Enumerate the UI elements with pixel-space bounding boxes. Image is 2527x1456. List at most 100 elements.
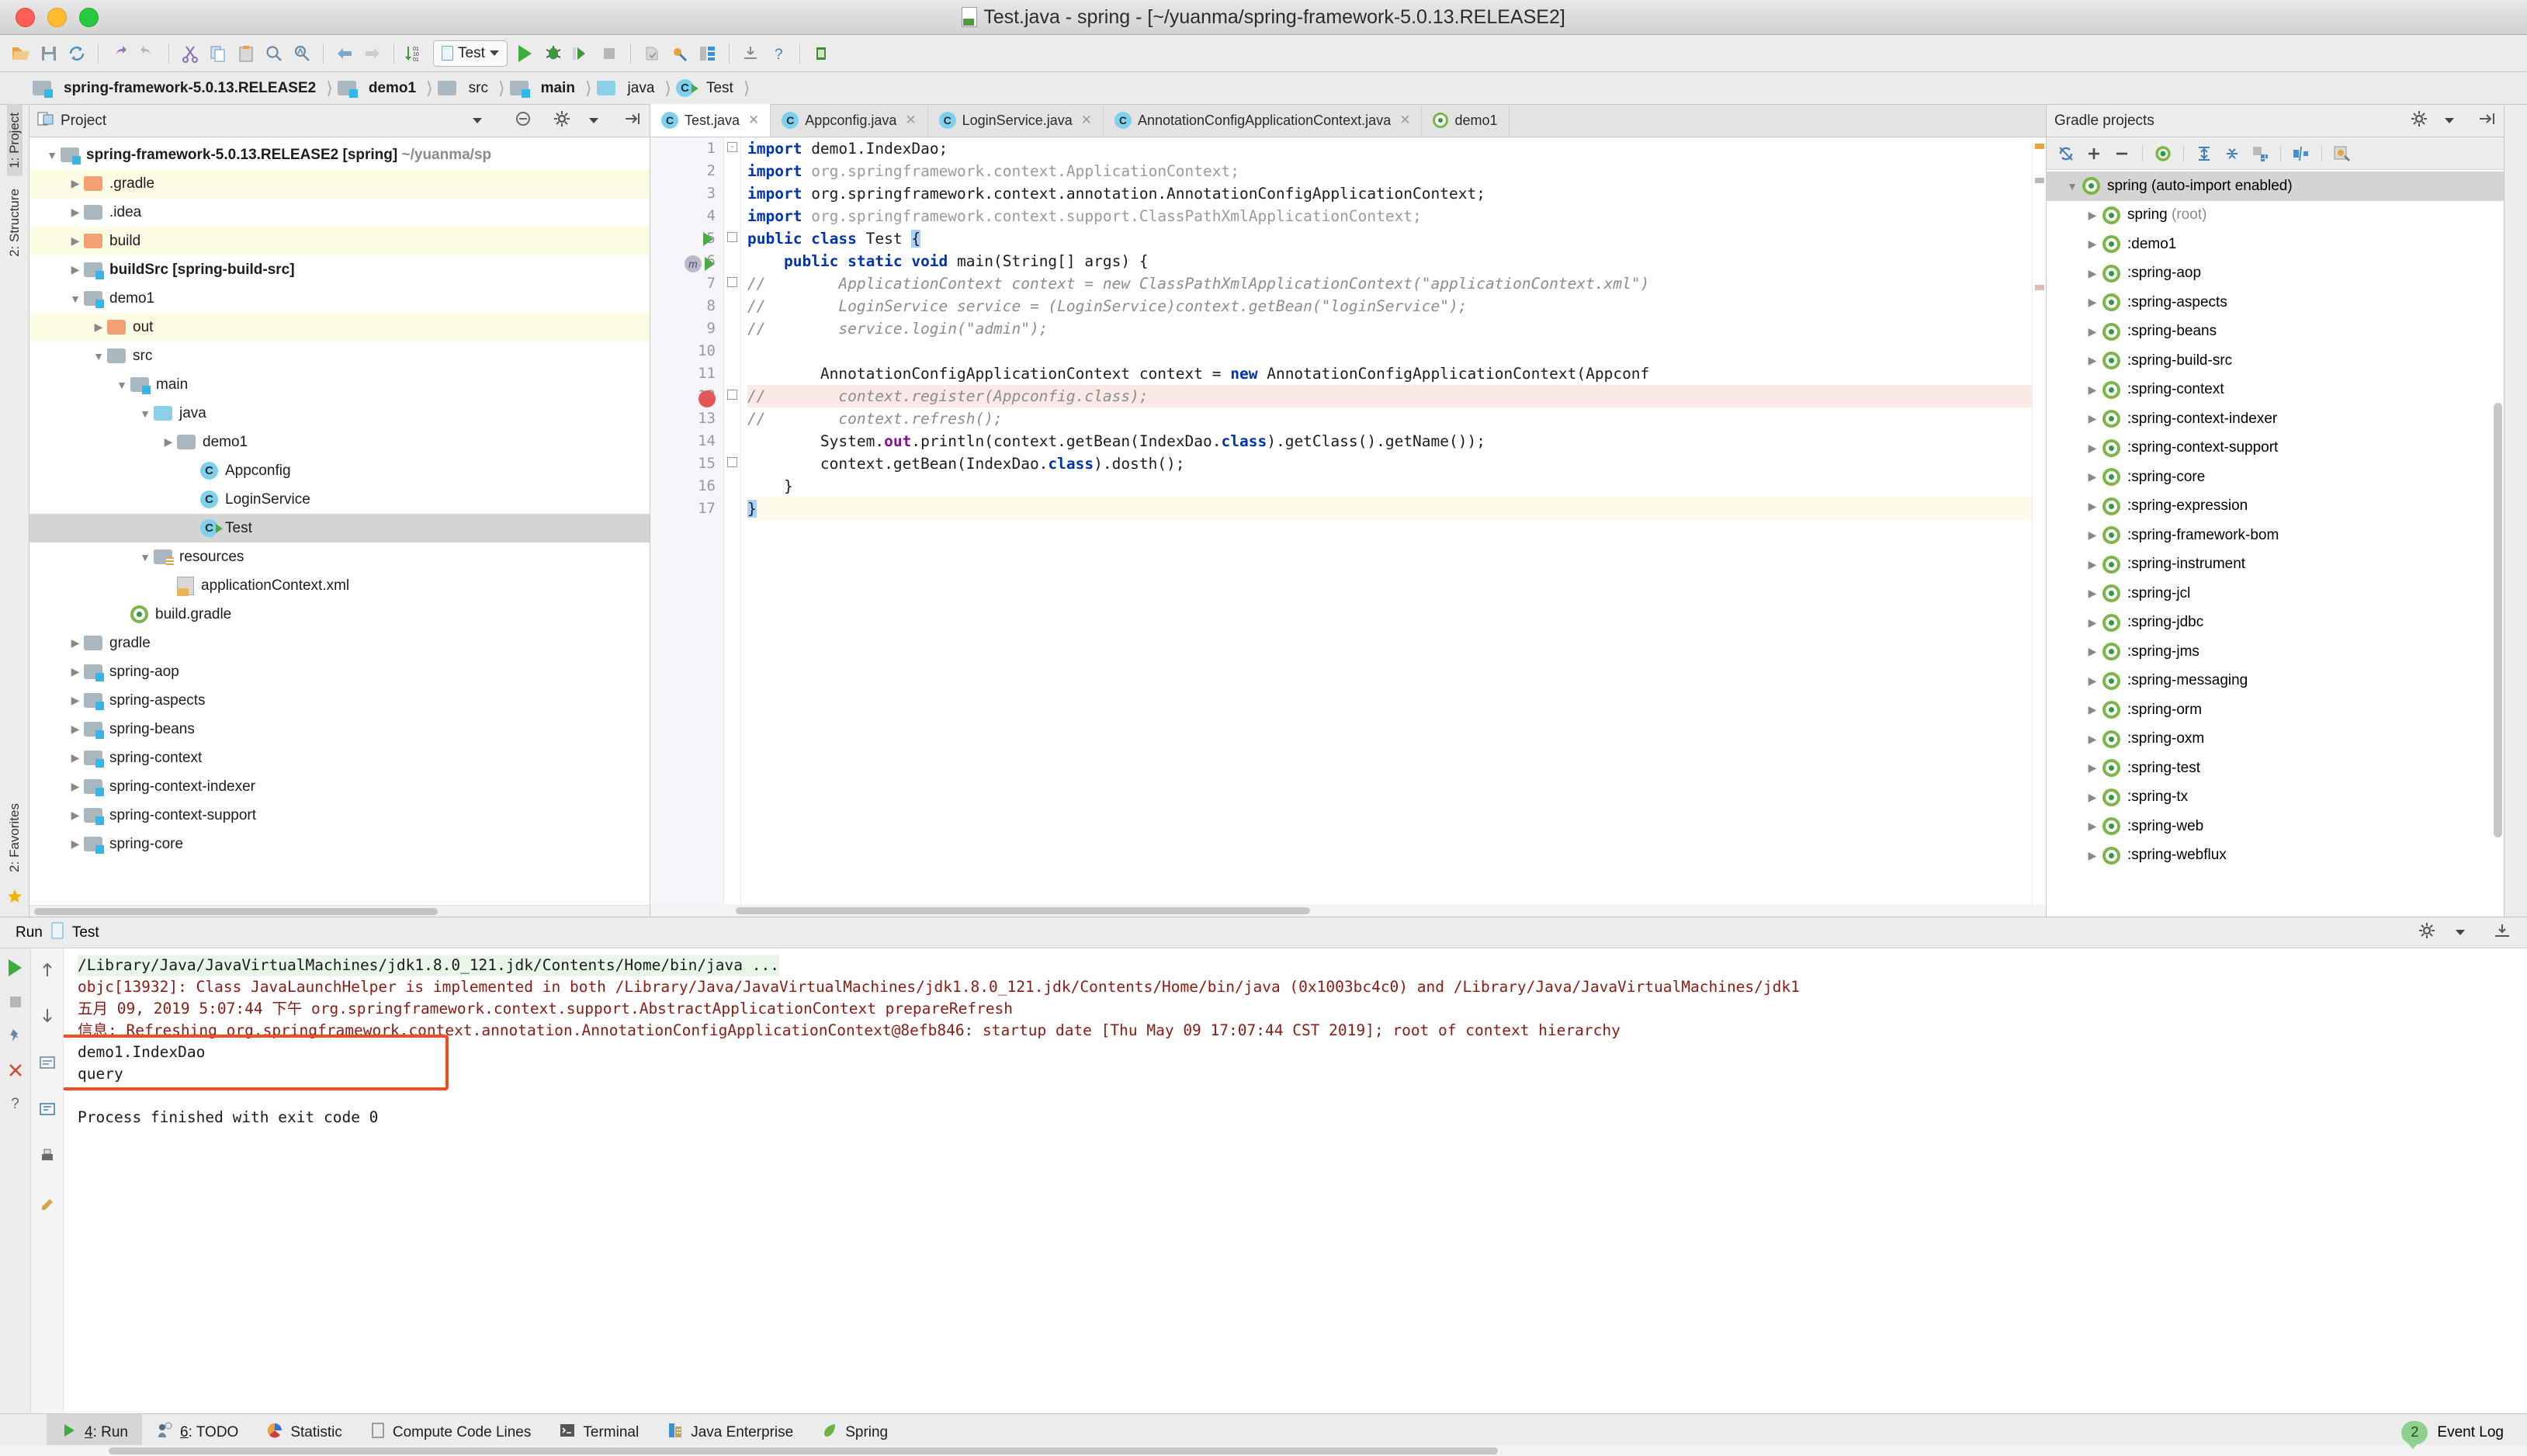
editor-tab[interactable]: C Appconfig.java ✕: [771, 104, 928, 137]
gear-icon[interactable]: [2418, 922, 2437, 944]
code-line[interactable]: import org.springframework.context.suppo…: [747, 205, 2032, 227]
project-tree[interactable]: ▼ spring-framework-5.0.13.RELEASE2 [sprin…: [29, 137, 650, 905]
expand-arrow-icon[interactable]: ▶: [2082, 442, 2102, 455]
code-line[interactable]: System.out.println(context.getBean(Index…: [747, 430, 2032, 452]
console-hscrollbar[interactable]: [0, 1445, 2527, 1456]
cut-icon[interactable]: [177, 40, 203, 67]
gradle-tree-row[interactable]: ▶:spring-build-src: [2047, 346, 2504, 376]
expand-arrow-icon[interactable]: ▶: [67, 234, 84, 248]
device-icon[interactable]: [808, 40, 834, 67]
hide-panel-icon[interactable]: [2493, 922, 2511, 944]
sidebar-item-project[interactable]: 1: Project: [6, 105, 23, 176]
code-text[interactable]: import demo1.IndexDao; import org.springf…: [741, 137, 2032, 917]
gradle-tree-row[interactable]: ▼ spring (auto-import enabled): [2047, 172, 2504, 201]
run-method-marker-icon[interactable]: [705, 257, 715, 271]
gear-icon[interactable]: [2411, 110, 2429, 132]
add-icon[interactable]: [2082, 142, 2106, 165]
expand-arrow-icon[interactable]: ▶: [67, 809, 84, 822]
gradle-tree-row[interactable]: ▶:demo1: [2047, 230, 2504, 259]
close-window-button[interactable]: [16, 7, 35, 27]
expand-arrow-icon[interactable]: ▶: [2082, 849, 2102, 862]
editor-tab[interactable]: C Test.java ✕: [650, 104, 771, 137]
expand-arrow-icon[interactable]: ▶: [2082, 237, 2102, 251]
gradle-tree-row[interactable]: ▶:spring-aop: [2047, 259, 2504, 289]
debug-button[interactable]: [540, 40, 567, 67]
collapse-arrow-icon[interactable]: ▼: [137, 407, 154, 420]
project-tree-row[interactable]: ▶CTest: [29, 514, 650, 543]
gradle-icon[interactable]: [2151, 142, 2175, 165]
project-tree-row[interactable]: ▶ build: [29, 227, 650, 255]
expand-arrow-icon[interactable]: ▶: [67, 837, 84, 851]
gradle-tree-row[interactable]: ▶:spring-webflux: [2047, 841, 2504, 871]
project-tree-row[interactable]: ▶ demo1: [29, 428, 650, 456]
gradle-tree-row[interactable]: ▶:spring-orm: [2047, 695, 2504, 725]
breadcrumb-item-java[interactable]: java: [594, 72, 665, 105]
project-tree-row[interactable]: ▶ spring-context-support: [29, 801, 650, 830]
expand-arrow-icon[interactable]: ▶: [67, 636, 84, 650]
gear-icon[interactable]: [553, 110, 572, 132]
editor-hscrollbar[interactable]: [650, 904, 2046, 917]
expand-arrow-icon[interactable]: ▶: [2082, 267, 2102, 280]
editor-marker-bar[interactable]: [2032, 137, 2046, 917]
expand-arrow-icon[interactable]: ▶: [2082, 325, 2102, 338]
code-line[interactable]: }: [747, 475, 2032, 497]
gradle-tree-row[interactable]: ▶:spring-jcl: [2047, 579, 2504, 608]
expand-arrow-icon[interactable]: ▶: [2082, 820, 2102, 833]
pin-icon[interactable]: [4, 1024, 27, 1048]
chevron-down-icon[interactable]: [2445, 118, 2454, 123]
project-tree-row[interactable]: ▶CAppconfig: [29, 456, 650, 485]
scroll-up-icon[interactable]: [36, 958, 59, 981]
gradle-tree-row[interactable]: ▶:spring-context-support: [2047, 434, 2504, 463]
expand-arrow-icon[interactable]: ▶: [67, 177, 84, 190]
chevron-down-icon[interactable]: [589, 118, 598, 123]
code-line[interactable]: context.getBean(IndexDao.class).dosth();: [747, 452, 2032, 475]
close-tab-icon[interactable]: ✕: [1399, 113, 1410, 128]
collapse-arrow-icon[interactable]: ▼: [90, 350, 107, 362]
gradle-tree-row[interactable]: ▶:spring-context: [2047, 376, 2504, 405]
project-tree-row[interactable]: ▶ out: [29, 313, 650, 341]
project-tree-row[interactable]: ▼ spring-framework-5.0.13.RELEASE2 [sprin…: [29, 140, 650, 169]
expand-arrow-icon[interactable]: ▶: [2082, 383, 2102, 397]
close-tab-icon[interactable]: ✕: [905, 113, 916, 128]
expand-arrow-icon[interactable]: ▶: [67, 665, 84, 678]
code-line[interactable]: import org.springframework.context.annot…: [747, 182, 2032, 205]
project-tree-row[interactable]: ▼ src: [29, 341, 650, 370]
project-tree-row[interactable]: ▶ spring-context: [29, 744, 650, 772]
bookmark-star-icon[interactable]: [6, 880, 23, 917]
editor-tab[interactable]: C AnnotationConfigApplicationContext.java…: [1104, 104, 1423, 137]
maximize-window-button[interactable]: [79, 7, 99, 27]
project-tree-row[interactable]: ▶ .gradle: [29, 169, 650, 198]
project-tree-row[interactable]: ▼ resources: [29, 543, 650, 571]
expand-all-icon[interactable]: [2192, 142, 2216, 165]
execute-task-icon[interactable]: [2290, 142, 2313, 165]
code-line[interactable]: // ApplicationContext context = new Clas…: [747, 272, 2032, 295]
code-line[interactable]: // context.refresh();: [747, 407, 2032, 430]
expand-arrow-icon[interactable]: ▶: [2082, 296, 2102, 309]
expand-arrow-icon[interactable]: ▶: [160, 435, 177, 449]
sidebar-item-structure[interactable]: 2: Structure: [7, 181, 23, 265]
open-folder-icon[interactable]: [8, 40, 34, 67]
help-icon[interactable]: ?: [765, 40, 792, 67]
project-structure-icon[interactable]: [695, 40, 721, 67]
breadcrumb-item-demo1[interactable]: demo1: [335, 72, 426, 105]
collapse-all-icon[interactable]: [515, 110, 533, 132]
gradle-tree-row[interactable]: ▶:spring-context-indexer: [2047, 404, 2504, 434]
project-tree-row[interactable]: ▶applicationContext.xml: [29, 571, 650, 600]
sync-icon[interactable]: [64, 40, 90, 67]
close-tab-icon[interactable]: ✕: [1081, 113, 1092, 128]
expand-arrow-icon[interactable]: ▶: [67, 780, 84, 793]
gradle-tree-row[interactable]: ▶:spring-aspects: [2047, 288, 2504, 317]
code-line[interactable]: public class Test {: [747, 227, 2032, 250]
expand-arrow-icon[interactable]: ▶: [67, 694, 84, 707]
expand-arrow-icon[interactable]: ▶: [90, 321, 107, 334]
expand-arrow-icon[interactable]: ▶: [67, 206, 84, 219]
editor-fold-column[interactable]: -: [724, 137, 741, 917]
project-tree-row[interactable]: ▼ java: [29, 399, 650, 428]
project-tree-row[interactable]: ▶ spring-aspects: [29, 686, 650, 715]
expand-arrow-icon[interactable]: ▶: [2082, 674, 2102, 688]
settings-icon[interactable]: [667, 40, 693, 67]
breadcrumb-item-test[interactable]: C Test: [673, 72, 744, 105]
expand-arrow-icon[interactable]: ▶: [2082, 645, 2102, 658]
code-line[interactable]: // service.login("admin");: [747, 317, 2032, 340]
collapse-arrow-icon[interactable]: ▼: [113, 379, 130, 391]
